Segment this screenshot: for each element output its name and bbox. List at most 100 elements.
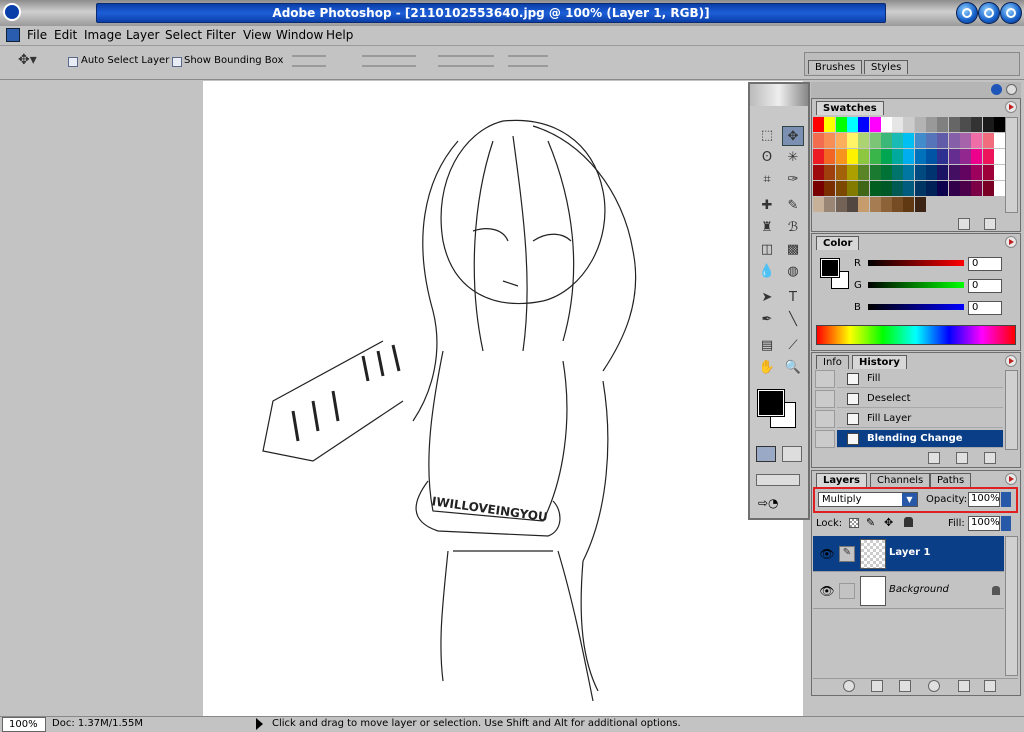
fill-arrow-icon[interactable]	[1001, 516, 1011, 531]
color-swatch[interactable]	[937, 117, 949, 132]
color-swatch[interactable]	[880, 149, 892, 164]
opacity-field[interactable]: 100%	[968, 492, 1000, 507]
color-swatch[interactable]	[858, 197, 870, 212]
screen-mode-icon[interactable]	[756, 474, 800, 486]
move-tool-icon[interactable]: ✥▾	[18, 52, 48, 74]
color-swatch[interactable]	[824, 165, 836, 180]
color-swatch[interactable]	[926, 165, 937, 180]
visibility-eye-icon[interactable]: 👁	[819, 583, 835, 599]
color-swatch[interactable]	[903, 165, 915, 180]
color-swatch[interactable]	[846, 165, 858, 180]
color-swatch[interactable]	[982, 165, 994, 180]
color-swatch[interactable]	[835, 149, 847, 164]
distribute-horizontal-icon[interactable]	[508, 55, 548, 67]
tab-styles[interactable]: Styles	[864, 60, 909, 74]
red-slider[interactable]	[868, 260, 964, 266]
menu-help[interactable]: Help	[326, 28, 353, 42]
magic-wand-tool-icon[interactable]: ✳	[782, 148, 804, 168]
lasso-tool-icon[interactable]: ʘ	[756, 148, 778, 168]
color-swatch[interactable]	[880, 181, 892, 196]
color-swatch[interactable]	[892, 133, 904, 148]
green-slider[interactable]	[868, 282, 964, 288]
menu-window[interactable]: Window	[276, 28, 323, 42]
tab-paths[interactable]: Paths	[930, 473, 972, 487]
history-state-box[interactable]	[815, 430, 835, 448]
color-swatch[interactable]	[869, 133, 881, 148]
color-swatch[interactable]	[869, 117, 881, 132]
history-snapshot-icon[interactable]	[928, 452, 940, 464]
color-swatch[interactable]	[892, 181, 904, 196]
tab-channels[interactable]: Channels	[870, 473, 931, 487]
color-swatch[interactable]	[846, 181, 858, 196]
color-swatch[interactable]	[926, 133, 937, 148]
tab-info[interactable]: Info	[816, 355, 849, 369]
zoom-tool-icon[interactable]: 🔍	[782, 358, 804, 378]
history-item[interactable]: Fill	[837, 370, 1003, 388]
color-ramp[interactable]	[816, 325, 1016, 345]
color-swatch[interactable]	[835, 197, 847, 212]
color-swatch[interactable]	[835, 133, 847, 148]
color-swatch[interactable]	[993, 181, 1005, 196]
chevron-down-icon[interactable]: ▼	[902, 493, 917, 506]
healing-brush-tool-icon[interactable]: ✚	[756, 196, 778, 216]
menu-edit[interactable]: Edit	[54, 28, 77, 42]
history-state-box[interactable]	[815, 390, 835, 408]
delete-layer-icon[interactable]	[984, 680, 996, 692]
align-top-icon[interactable]	[292, 55, 326, 67]
green-field[interactable]: 0	[968, 279, 1002, 293]
color-swatch[interactable]	[948, 181, 960, 196]
align-left-icon[interactable]	[362, 55, 416, 67]
foreground-color-swatch[interactable]	[757, 389, 785, 417]
color-swatch[interactable]	[880, 117, 892, 132]
color-swatch[interactable]	[892, 165, 904, 180]
color-swatch[interactable]	[824, 197, 836, 212]
swatches-menu-icon[interactable]	[1005, 101, 1017, 113]
color-swatch[interactable]	[993, 165, 1005, 180]
color-swatch[interactable]	[903, 197, 915, 212]
color-swatch[interactable]	[846, 149, 858, 164]
red-field[interactable]: 0	[968, 257, 1002, 271]
slice-tool-icon[interactable]: ✑	[782, 170, 804, 190]
move-tool-icon[interactable]: ✥	[782, 126, 804, 146]
color-swatch[interactable]	[880, 133, 892, 148]
eraser-tool-icon[interactable]: ◫	[756, 240, 778, 260]
color-menu-icon[interactable]	[1005, 236, 1017, 248]
color-swatch[interactable]	[982, 133, 994, 148]
color-swatch[interactable]	[959, 149, 971, 164]
line-tool-icon[interactable]: ╲	[782, 310, 804, 330]
color-swatch[interactable]	[824, 117, 836, 132]
delete-swatch-icon[interactable]	[984, 218, 996, 230]
fill-field[interactable]: 100%	[968, 516, 1000, 531]
history-brush-tool-icon[interactable]: ℬ	[782, 218, 804, 238]
close-icon[interactable]	[1000, 2, 1022, 24]
brush-tool-icon[interactable]: ✎	[782, 196, 804, 216]
color-swatch[interactable]	[903, 133, 915, 148]
color-swatch[interactable]	[869, 197, 881, 212]
color-swatch[interactable]	[993, 117, 1005, 132]
add-mask-icon[interactable]	[871, 680, 883, 692]
color-swatch[interactable]	[948, 133, 960, 148]
color-swatch[interactable]	[880, 197, 892, 212]
history-scrollbar[interactable]	[1005, 370, 1018, 450]
color-swatch[interactable]	[993, 133, 1005, 148]
blue-slider[interactable]	[868, 304, 964, 310]
history-menu-icon[interactable]	[1005, 355, 1017, 367]
color-swatch[interactable]	[971, 181, 983, 196]
menu-select[interactable]: Select	[165, 28, 202, 42]
type-tool-icon[interactable]: T	[782, 288, 804, 308]
color-swatch[interactable]	[813, 197, 824, 212]
color-swatch[interactable]	[971, 133, 983, 148]
color-swatch[interactable]	[903, 181, 915, 196]
color-swatch[interactable]	[914, 197, 926, 212]
menu-filter[interactable]: Filter	[206, 28, 236, 42]
color-swatch[interactable]	[948, 149, 960, 164]
tab-color[interactable]: Color	[816, 236, 860, 250]
blue-field[interactable]: 0	[968, 301, 1002, 315]
path-select-tool-icon[interactable]: ➤	[756, 288, 778, 308]
color-swatch[interactable]	[982, 117, 994, 132]
tab-history[interactable]: History	[852, 355, 907, 369]
hand-tool-icon[interactable]: ✋	[756, 358, 778, 378]
color-swatch[interactable]	[869, 165, 881, 180]
color-swatch[interactable]	[914, 133, 926, 148]
layers-menu-icon[interactable]	[1005, 473, 1017, 485]
